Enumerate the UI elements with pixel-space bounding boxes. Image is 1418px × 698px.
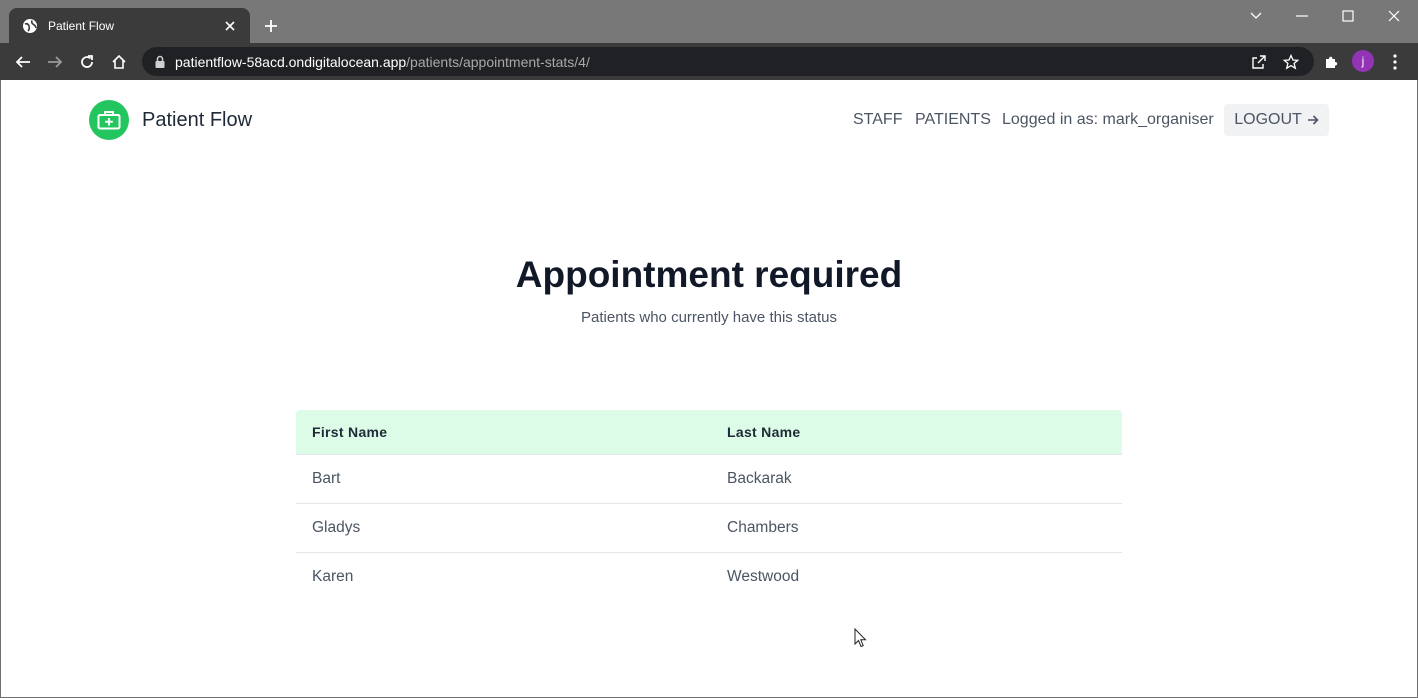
- new-tab-button[interactable]: [260, 15, 282, 37]
- table-row: Karen Westwood: [296, 552, 1122, 601]
- window-close-icon[interactable]: [1384, 6, 1404, 26]
- browser-tab[interactable]: Patient Flow: [9, 8, 250, 43]
- more-menu-icon[interactable]: [1384, 51, 1406, 73]
- browser-tabstrip: Patient Flow: [0, 0, 1418, 43]
- maximize-icon[interactable]: [1338, 6, 1358, 26]
- window-border-left: [0, 80, 1, 698]
- page-content: Patient Flow STAFF PATIENTS Logged in as…: [1, 80, 1417, 697]
- url-host: patientflow-58acd.ondigitalocean.app: [175, 54, 407, 70]
- minimize-icon[interactable]: [1292, 6, 1312, 26]
- mouse-pointer-icon: [854, 628, 867, 648]
- close-icon[interactable]: [221, 17, 239, 35]
- first-name-cell: Bart: [296, 454, 711, 504]
- extensions-puzzle-icon[interactable]: [1320, 51, 1342, 73]
- address-bar[interactable]: patientflow-58acd.ondigitalocean.app/pat…: [142, 47, 1314, 76]
- home-icon[interactable]: [108, 51, 130, 73]
- profile-avatar[interactable]: j: [1352, 50, 1374, 72]
- url-text: patientflow-58acd.ondigitalocean.app/pat…: [175, 54, 590, 70]
- patients-table: First Name Last Name Bart Backarak Glady…: [296, 410, 1122, 601]
- nav-staff-link[interactable]: STAFF: [853, 104, 902, 136]
- first-name-cell: Karen: [312, 567, 354, 585]
- brand[interactable]: Patient Flow: [89, 100, 252, 140]
- column-header-first-name: First Name: [296, 410, 711, 455]
- forward-arrow-icon[interactable]: [44, 51, 66, 73]
- column-header-last-name: Last Name: [711, 410, 1122, 455]
- globe-icon: [22, 18, 38, 34]
- url-path: /patients/appointment-stats/4/: [406, 54, 590, 70]
- brand-name: Patient Flow: [142, 108, 253, 131]
- arrow-right-icon: [1307, 114, 1319, 126]
- last-name-cell: Westwood: [727, 567, 800, 585]
- page-subtitle: Patients who currently have this status: [581, 309, 837, 326]
- back-arrow-icon[interactable]: [12, 51, 34, 73]
- first-name-cell: Gladys: [296, 503, 711, 553]
- page-title: Appointment required: [515, 254, 903, 295]
- last-name-cell: Chambers: [711, 503, 1122, 553]
- last-name-cell: Backarak: [711, 454, 1122, 504]
- logout-button[interactable]: LOGOUT: [1224, 104, 1329, 136]
- share-icon[interactable]: [1250, 53, 1268, 71]
- browser-toolbar: patientflow-58acd.ondigitalocean.app/pat…: [0, 43, 1418, 80]
- lock-icon: [154, 55, 166, 69]
- table-header-row: First Name Last Name: [296, 410, 1122, 455]
- bookmark-star-icon[interactable]: [1282, 53, 1300, 71]
- nav-patients-link[interactable]: PATIENTS: [915, 104, 991, 136]
- tab-search-icon[interactable]: [1246, 6, 1266, 26]
- tab-title: Patient Flow: [48, 18, 115, 33]
- table-row: Gladys Chambers: [296, 503, 1122, 553]
- reload-icon[interactable]: [76, 51, 98, 73]
- table-row: Bart Backarak: [296, 454, 1122, 504]
- medical-kit-icon: [89, 100, 129, 140]
- logged-in-user: Logged in as: mark_organiser: [1002, 111, 1214, 128]
- logout-label: LOGOUT: [1234, 111, 1302, 128]
